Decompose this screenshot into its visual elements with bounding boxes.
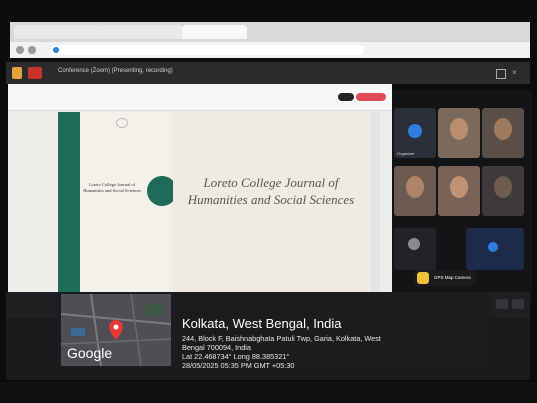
avatar (408, 124, 422, 138)
participant-tile[interactable] (394, 166, 436, 216)
document-side-toolbar[interactable] (370, 112, 380, 294)
participant-tile[interactable] (466, 228, 524, 270)
geotag-overlay: Google Kolkata, West Bengal, India 244, … (58, 292, 490, 370)
map-thumbnail: Google (61, 294, 171, 366)
participant-face (494, 118, 512, 140)
zoom-title-bar: Conference (Zoom) (Presenting, recording… (6, 62, 530, 84)
back-icon[interactable] (16, 46, 24, 54)
participant-tile[interactable] (482, 108, 524, 158)
browser-tab[interactable] (14, 25, 99, 39)
location-city: Kolkata, West Bengal, India (182, 316, 342, 331)
participant-tile[interactable]: Organizer (394, 108, 436, 158)
participant-face (450, 118, 468, 140)
avatar (408, 238, 420, 250)
address-line-1: 244, Block F, Baishnabghata Patuli Twp, … (182, 334, 381, 343)
browser-tab[interactable] (98, 25, 183, 39)
coordinates: Lat 22.468734° Long 88.385321° (182, 352, 290, 361)
crest-icon (116, 118, 128, 128)
close-icon[interactable]: × (512, 69, 520, 77)
window-title: Conference (Zoom) (Presenting, recording… (58, 68, 173, 74)
participant-tile[interactable] (394, 228, 436, 270)
document-toolbar (8, 84, 392, 111)
avatar (488, 242, 498, 252)
browser-tab-bar (10, 22, 530, 42)
recording-icon (28, 67, 42, 79)
timestamp: 28/05/2025 05:35 PM GMT +05:30 (182, 361, 295, 370)
gps-camera-icon (417, 272, 429, 284)
participant-tile[interactable] (482, 166, 524, 216)
participant-name: Organizer (397, 151, 415, 156)
share-button[interactable] (338, 93, 354, 101)
site-icon (53, 47, 59, 53)
cover-spine (58, 112, 80, 294)
participant-face (450, 176, 468, 198)
control-button[interactable] (496, 299, 508, 309)
participant-face (494, 176, 512, 198)
shared-document: Loreto College Journal of Humanities and… (8, 84, 392, 296)
participant-tile[interactable] (438, 108, 480, 158)
address-bar (10, 42, 530, 58)
location-pin-icon (109, 320, 123, 340)
zoom-app-icon (12, 67, 22, 79)
cover-title: Loreto College Journal of Humanities and… (83, 182, 141, 193)
cover-page: Loreto College Journal of Humanities and… (58, 112, 177, 294)
browser-tab-active[interactable] (182, 25, 247, 39)
control-button[interactable] (512, 299, 524, 309)
gps-map-camera-badge: GPS Map Camera (414, 270, 476, 286)
reload-icon[interactable] (28, 46, 36, 54)
maximize-icon[interactable] (496, 69, 506, 79)
journal-title: Loreto College Journal of Humanities and… (187, 175, 355, 207)
map-brand: Google (67, 345, 113, 361)
photo-bottom-edge (0, 382, 537, 403)
gps-badge-label: GPS Map Camera (434, 275, 471, 280)
participant-tile[interactable] (438, 166, 480, 216)
address-line-2: Bengal 700094, India (182, 343, 251, 352)
url-field[interactable] (50, 45, 364, 55)
participant-face (406, 176, 424, 198)
title-page: Loreto College Journal of Humanities and… (173, 112, 368, 294)
edit-button[interactable] (356, 93, 386, 101)
